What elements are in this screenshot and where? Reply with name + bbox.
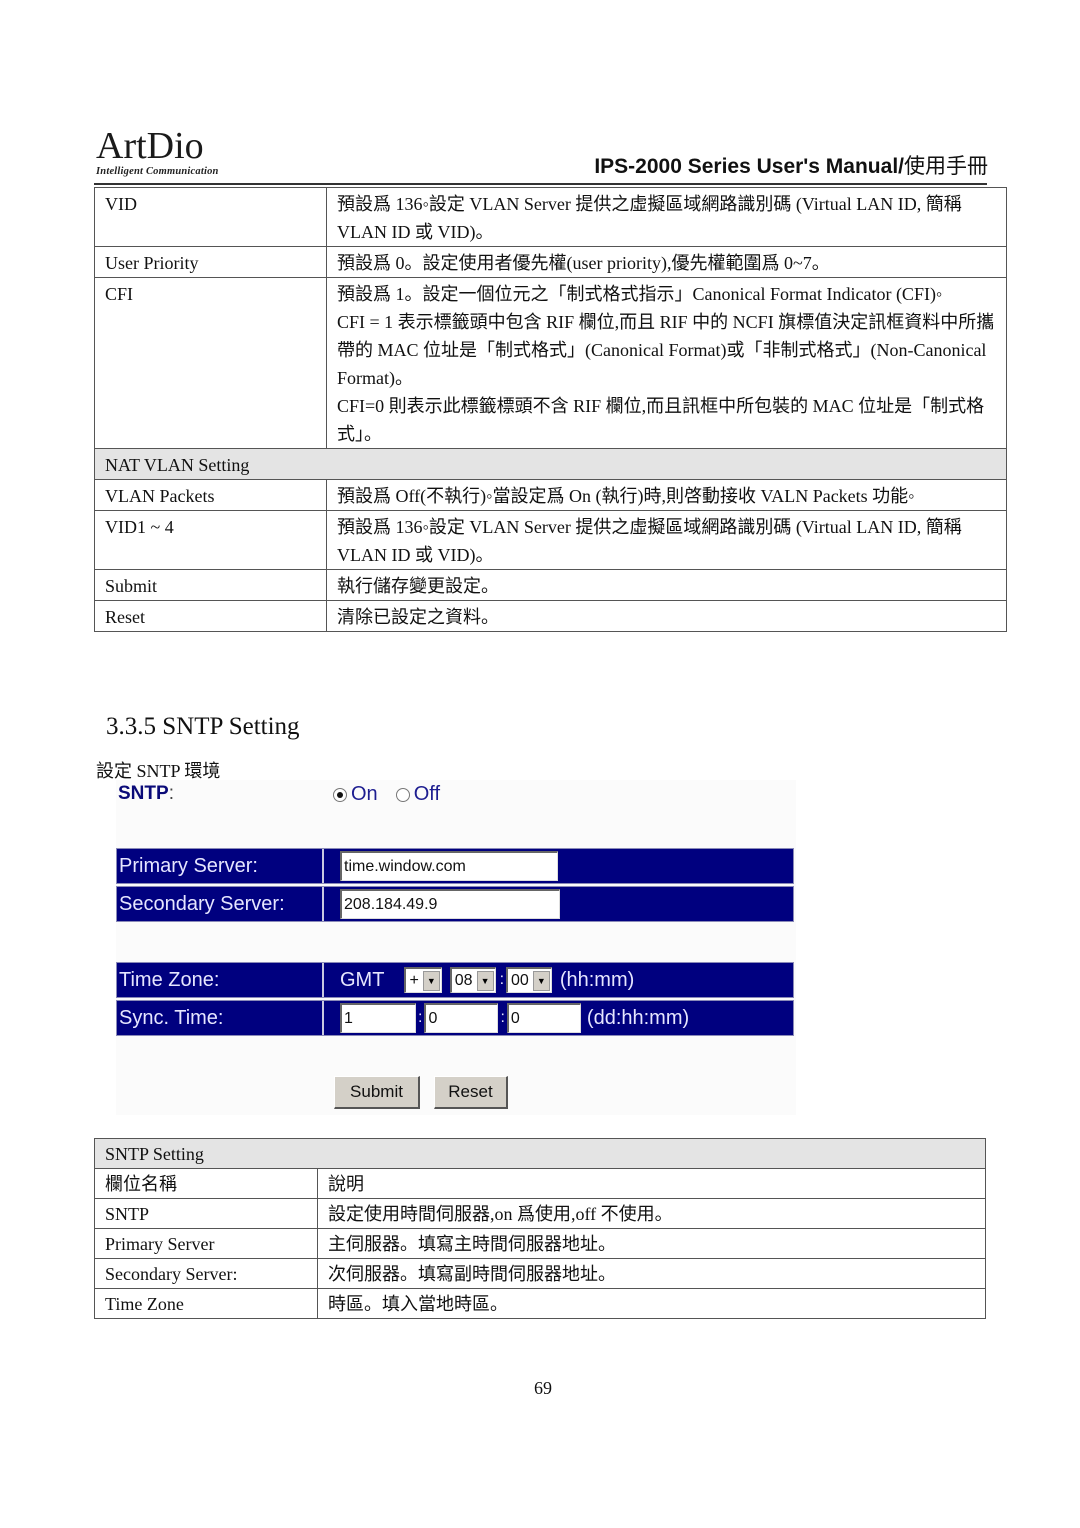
time-zone-label: Time Zone: <box>117 963 324 997</box>
field-description: 預設爲 1。設定一個位元之「制式格式指示」Canonical Format In… <box>326 277 1007 449</box>
table-row: User Priority 預設爲 0。設定使用者優先權(user priori… <box>94 246 1007 278</box>
vlan-settings-table: VID 預設爲 136◦設定 VLAN Server 提供之虛擬區域網路識別碼 … <box>94 187 1007 632</box>
time-separator: : <box>500 1009 505 1026</box>
secondary-server-input[interactable]: 208.184.49.9 <box>340 889 560 919</box>
section-heading: 3.3.5 SNTP Setting <box>106 713 300 740</box>
sync-time-unit: (dd:hh:mm) <box>586 1006 690 1029</box>
field-description: 時區。填入當地時區。 <box>317 1288 986 1319</box>
timezone-minute-select[interactable]: 00 ▼ <box>506 967 552 993</box>
table-header-row: 欄位名稱 說明 <box>94 1168 986 1199</box>
page-number: 69 <box>534 1378 552 1398</box>
column-header-field: 欄位名稱 <box>94 1168 318 1199</box>
sntp-form: SNTP: On Off Primary Server: time.window… <box>116 780 796 1115</box>
table-row: SNTP 設定使用時間伺服器,on 爲使用,off 不使用。 <box>94 1198 986 1229</box>
manual-title: IPS-2000 Series User's Manual/使用手冊 <box>594 150 988 180</box>
sync-minutes-input[interactable]: 0 <box>506 1003 581 1033</box>
sntp-off-label: Off <box>413 783 440 805</box>
secondary-server-cell: 208.184.49.9 <box>324 887 793 921</box>
table-row: Secondary Server: 次伺服器。填寫副時間伺服器地址。 <box>94 1258 986 1289</box>
dropdown-arrow-icon[interactable]: ▼ <box>422 970 440 991</box>
field-description: 次伺服器。填寫副時間伺服器地址。 <box>317 1258 986 1289</box>
timezone-sign-select[interactable]: + ▼ <box>404 967 442 993</box>
section-title: SNTP Setting <box>94 1138 986 1169</box>
table-row: VLAN Packets 預設爲 Off(不執行)◦當設定爲 On (執行)時,… <box>94 479 1007 511</box>
submit-button[interactable]: Submit <box>334 1076 420 1109</box>
column-header-description: 說明 <box>317 1168 986 1199</box>
logo-wordmark: ArtDio <box>96 125 204 167</box>
field-description: 設定使用時間伺服器,on 爲使用,off 不使用。 <box>317 1198 986 1229</box>
table-row: CFI 預設爲 1。設定一個位元之「制式格式指示」Canonical Forma… <box>94 277 1007 449</box>
sntp-radio-group: On Off <box>333 783 458 806</box>
primary-server-cell: time.window.com <box>324 849 793 883</box>
field-name: User Priority <box>94 246 327 278</box>
table-row: Primary Server 主伺服器。填寫主時間伺服器地址。 <box>94 1228 986 1259</box>
field-name: SNTP <box>94 1198 318 1229</box>
sntp-label-text: SNTP <box>118 783 169 804</box>
field-name: Time Zone <box>94 1288 318 1319</box>
table-row: Submit 執行儲存變更設定。 <box>94 569 1007 601</box>
table-row: VID1 ~ 4 預設爲 136◦設定 VLAN Server 提供之虛擬區域網… <box>94 510 1007 570</box>
timezone-unit: (hh:mm) <box>559 968 635 991</box>
sync-hours-input[interactable]: 0 <box>424 1003 499 1033</box>
primary-server-row: Primary Server: time.window.com <box>116 848 794 884</box>
table-row: Time Zone 時區。填入當地時區。 <box>94 1288 986 1319</box>
cfi-description-line: CFI=0 則表示此標籤標頭不含 RIF 欄位,而且訊框中所包裝的 MAC 位址… <box>337 396 985 444</box>
field-description: 清除已設定之資料。 <box>326 600 1007 632</box>
radio-unselected-icon[interactable] <box>395 787 410 802</box>
sync-time-cell: 1 : 0 : 0 (dd:hh:mm) <box>324 1001 793 1035</box>
table-section-row: SNTP Setting <box>94 1138 986 1169</box>
timezone-hour-select[interactable]: 08 ▼ <box>449 967 496 993</box>
table-row: VID 預設爲 136◦設定 VLAN Server 提供之虛擬區域網路識別碼 … <box>94 187 1007 247</box>
table-row: Reset 清除已設定之資料。 <box>94 600 1007 632</box>
cfi-description-line: CFI = 1 表示標籤頭中包含 RIF 欄位,而且 RIF 中的 NCFI 旗… <box>337 312 995 388</box>
gmt-label: GMT <box>340 968 385 991</box>
field-name: VID1 ~ 4 <box>94 510 327 570</box>
section-title: NAT VLAN Setting <box>94 448 1007 480</box>
sync-time-label: Sync. Time: <box>117 1001 324 1035</box>
field-description: 執行儲存變更設定。 <box>326 569 1007 601</box>
time-zone-row: Time Zone: GMT + ▼ 08 ▼ : 00 ▼ (hh:mm) <box>116 962 794 998</box>
field-name: Secondary Server: <box>94 1258 318 1289</box>
sntp-settings-table: SNTP Setting 欄位名稱 說明 SNTP 設定使用時間伺服器,on 爲… <box>94 1138 986 1319</box>
time-separator: : <box>418 1009 423 1026</box>
field-name: CFI <box>94 277 327 449</box>
timezone-sign-value: + <box>409 971 419 989</box>
sntp-on-option[interactable]: On <box>333 783 378 806</box>
radio-selected-icon[interactable] <box>333 787 347 802</box>
primary-server-label: Primary Server: <box>117 849 324 883</box>
sntp-label: SNTP: <box>118 783 174 804</box>
manual-title-text: IPS-2000 Series User's Manual/ <box>594 155 904 178</box>
field-description: 預設爲 136◦設定 VLAN Server 提供之虛擬區域網路識別碼 (Vir… <box>326 510 1007 570</box>
field-name: Submit <box>94 569 327 601</box>
secondary-server-label: Secondary Server: <box>117 887 324 921</box>
artdio-logo: ArtDio Intelligent Communication <box>96 125 246 177</box>
primary-server-input[interactable]: time.window.com <box>340 851 558 881</box>
time-zone-cell: GMT + ▼ 08 ▼ : 00 ▼ (hh:mm) <box>324 963 793 997</box>
secondary-server-row: Secondary Server: 208.184.49.9 <box>116 886 794 922</box>
field-description: 主伺服器。填寫主時間伺服器地址。 <box>317 1228 986 1259</box>
dropdown-arrow-icon[interactable]: ▼ <box>476 970 494 991</box>
dropdown-arrow-icon[interactable]: ▼ <box>532 970 550 991</box>
field-name: Primary Server <box>94 1228 318 1259</box>
logo-tagline: Intelligent Communication <box>96 166 219 177</box>
sync-days-input[interactable]: 1 <box>340 1003 416 1033</box>
manual-title-cjk: 使用手冊 <box>904 155 988 178</box>
cfi-description-line: 預設爲 1。設定一個位元之「制式格式指示」Canonical Format In… <box>337 284 943 304</box>
field-name: VID <box>94 187 327 247</box>
timezone-hour-value: 08 <box>454 971 473 989</box>
time-separator: : <box>499 971 505 988</box>
sync-time-row: Sync. Time: 1 : 0 : 0 (dd:hh:mm) <box>116 1000 794 1036</box>
timezone-minute-value: 00 <box>511 971 529 989</box>
sntp-on-label: On <box>351 783 378 805</box>
table-section-row: NAT VLAN Setting <box>94 448 1007 480</box>
sntp-off-option[interactable]: Off <box>395 783 440 806</box>
field-name: VLAN Packets <box>94 479 327 511</box>
reset-button[interactable]: Reset <box>434 1076 508 1109</box>
field-description: 預設爲 Off(不執行)◦當設定爲 On (執行)時,則啓動接收 VALN Pa… <box>326 479 1007 511</box>
field-name: Reset <box>94 600 327 632</box>
field-description: 預設爲 136◦設定 VLAN Server 提供之虛擬區域網路識別碼 (Vir… <box>326 187 1007 247</box>
field-description: 預設爲 0。設定使用者優先權(user priority),優先權範圍爲 0~7… <box>326 246 1007 278</box>
header-divider <box>94 183 987 185</box>
